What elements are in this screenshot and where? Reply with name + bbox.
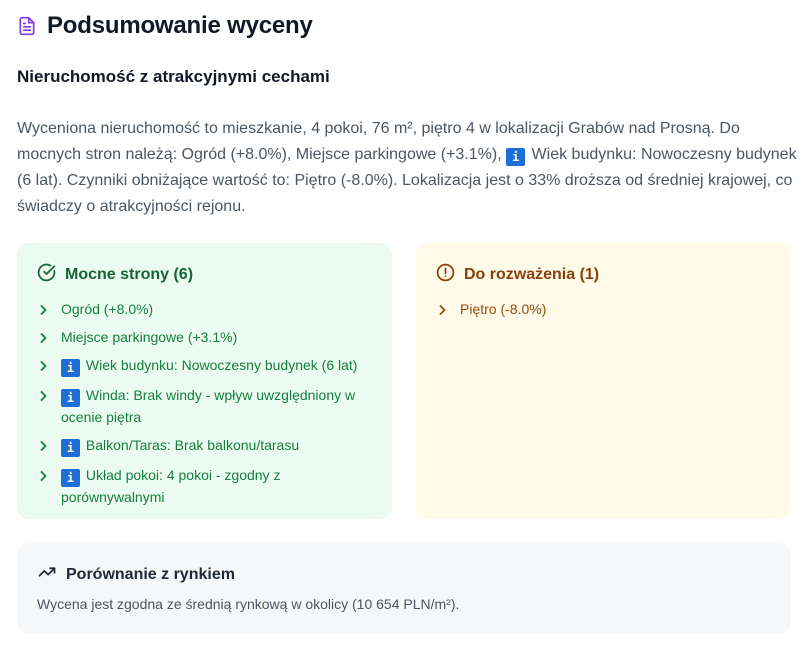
list-item-text: i Wiek budynku: Nowoczesny budynek (6 la… bbox=[61, 355, 357, 377]
list-item: i Wiek budynku: Nowoczesny budynek (6 la… bbox=[39, 355, 374, 377]
list-item-label: Miejsce parkingowe (+3.1%) bbox=[61, 329, 238, 345]
list-item-text: i Układ pokoi: 4 pokoi - zgodny z porówn… bbox=[61, 465, 374, 507]
chevron-right-icon bbox=[39, 435, 61, 451]
list-item: i Układ pokoi: 4 pokoi - zgodny z porówn… bbox=[39, 465, 374, 507]
info-icon: i bbox=[61, 389, 80, 407]
list-item-label: Układ pokoi: 4 pokoi - zgodny z porównyw… bbox=[61, 467, 281, 505]
chevron-right-icon bbox=[39, 355, 61, 371]
strengths-title: Mocne strony (6) bbox=[37, 263, 193, 287]
list-item: Piętro (-8.0%) bbox=[438, 299, 773, 319]
list-item-text: i Winda: Brak windy - wpływ uwzględniony… bbox=[61, 385, 374, 427]
list-item-text: Piętro (-8.0%) bbox=[460, 299, 546, 319]
info-icon: i bbox=[506, 148, 526, 166]
list-item-text: Miejsce parkingowe (+3.1%) bbox=[61, 327, 237, 347]
info-icon: i bbox=[61, 469, 80, 487]
market-text: Wycena jest zgodna ze średnią rynkową w … bbox=[37, 596, 460, 612]
info-icon: i bbox=[61, 439, 80, 457]
list-item: Miejsce parkingowe (+3.1%) bbox=[39, 327, 374, 347]
list-item: i Balkon/Taras: Brak balkonu/tarasu bbox=[39, 435, 374, 457]
check-circle-icon bbox=[37, 263, 56, 287]
considerations-title: Do rozważenia (1) bbox=[436, 263, 599, 287]
list-item-label: Winda: Brak windy - wpływ uwzględniony w… bbox=[61, 387, 356, 425]
chevron-right-icon bbox=[39, 299, 61, 315]
chevron-right-icon bbox=[438, 299, 460, 315]
strengths-title-label: Mocne strony (6) bbox=[65, 266, 194, 283]
market-comparison-card: Porównanie z rynkiem Wycena jest zgodna … bbox=[17, 543, 791, 634]
market-title: Porównanie z rynkiem bbox=[37, 563, 235, 586]
list-item-label: Balkon/Taras: Brak balkonu/tarasu bbox=[85, 437, 300, 453]
page-header: Podsumowanie wyceny bbox=[17, 12, 313, 40]
list-item-label: Ogród (+8.0%) bbox=[61, 301, 154, 317]
list-item: Ogród (+8.0%) bbox=[39, 299, 374, 319]
summary-description: Wyceniona nieruchomość to mieszkanie, 4 … bbox=[17, 116, 797, 220]
summary-subtitle: Nieruchomość z atrakcyjnymi cechami bbox=[17, 67, 330, 86]
valuation-summary: Podsumowanie wyceny Nieruchomość z atrak… bbox=[0, 0, 810, 655]
considerations-card: Do rozważenia (1) Piętro (-8.0%) bbox=[416, 243, 791, 519]
document-icon bbox=[17, 15, 37, 37]
list-item-label: Wiek budynku: Nowoczesny budynek (6 lat) bbox=[85, 357, 358, 373]
chevron-right-icon bbox=[39, 385, 61, 401]
page-title: Podsumowanie wyceny bbox=[47, 12, 313, 39]
list-item: i Winda: Brak windy - wpływ uwzględniony… bbox=[39, 385, 374, 427]
info-icon: i bbox=[61, 359, 80, 377]
trending-up-icon bbox=[37, 563, 57, 586]
list-item-text: i Balkon/Taras: Brak balkonu/tarasu bbox=[61, 435, 299, 457]
strengths-card: Mocne strony (6) Ogród (+8.0%) Miejsce pa… bbox=[17, 243, 392, 519]
list-item-label: Piętro (-8.0%) bbox=[460, 301, 547, 317]
chevron-right-icon bbox=[39, 465, 61, 481]
alert-circle-icon bbox=[436, 263, 455, 287]
strengths-list: Ogród (+8.0%) Miejsce parkingowe (+3.1%) i… bbox=[39, 299, 374, 515]
considerations-title-label: Do rozważenia (1) bbox=[464, 266, 600, 283]
list-item-text: Ogród (+8.0%) bbox=[61, 299, 153, 319]
chevron-right-icon bbox=[39, 327, 61, 343]
market-title-label: Porównanie z rynkiem bbox=[66, 565, 235, 583]
considerations-list: Piętro (-8.0%) bbox=[438, 299, 773, 327]
